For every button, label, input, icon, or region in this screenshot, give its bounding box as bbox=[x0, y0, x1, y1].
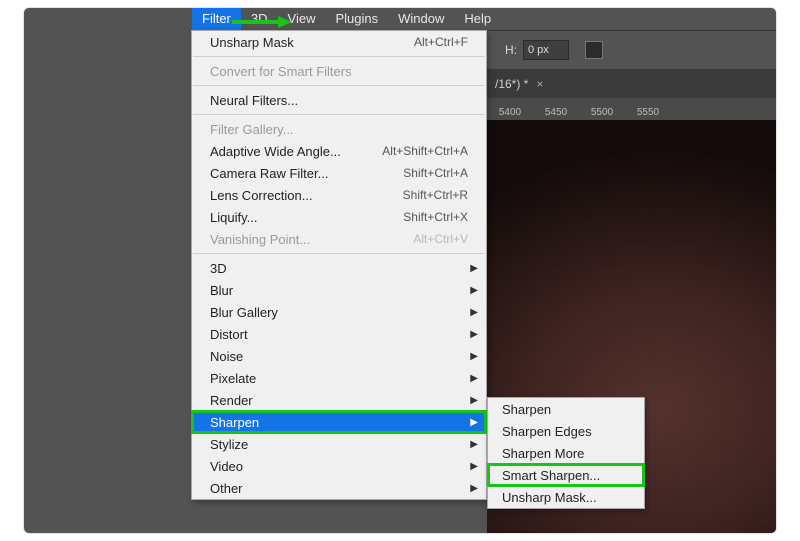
options-bar: H: bbox=[487, 30, 776, 70]
menu-item-label: Adaptive Wide Angle... bbox=[210, 144, 382, 159]
menu-help[interactable]: Help bbox=[454, 8, 501, 30]
ruler-tick: 5400 bbox=[487, 107, 533, 118]
close-icon[interactable]: × bbox=[536, 77, 543, 91]
menu-item-label: Unsharp Mask... bbox=[502, 490, 630, 505]
menu-item-label: Sharpen bbox=[210, 415, 468, 430]
menu-convert-smart: Convert for Smart Filters bbox=[192, 60, 486, 82]
chevron-right-icon: ▶ bbox=[470, 351, 478, 362]
chevron-right-icon: ▶ bbox=[470, 417, 478, 428]
submenu-sharpen[interactable]: Sharpen▶ bbox=[192, 411, 486, 433]
chevron-right-icon: ▶ bbox=[470, 329, 478, 340]
menu-separator bbox=[193, 85, 485, 86]
chevron-right-icon: ▶ bbox=[470, 439, 478, 450]
menu-plugins[interactable]: Plugins bbox=[325, 8, 388, 30]
menu-item-label: Pixelate bbox=[210, 371, 468, 386]
menu-separator bbox=[193, 114, 485, 115]
menu-item-shortcut: Shift+Ctrl+A bbox=[403, 166, 468, 180]
menu-item-label: Video bbox=[210, 459, 468, 474]
menu-item-label: Smart Sharpen... bbox=[502, 468, 630, 483]
menu-window[interactable]: Window bbox=[388, 8, 454, 30]
menu-item-label: Camera Raw Filter... bbox=[210, 166, 403, 181]
chevron-right-icon: ▶ bbox=[470, 307, 478, 318]
sharpen-item-more[interactable]: Sharpen More bbox=[488, 442, 644, 464]
menu-item-label: Filter Gallery... bbox=[210, 122, 468, 137]
menu-item-label: Other bbox=[210, 481, 468, 496]
document-tab[interactable]: /16*) * × bbox=[487, 70, 776, 98]
chevron-right-icon: ▶ bbox=[470, 395, 478, 406]
menu-item-label: Convert for Smart Filters bbox=[210, 64, 468, 79]
menu-vanishing-point: Vanishing Point... Alt+Ctrl+V bbox=[192, 228, 486, 250]
submenu-distort[interactable]: Distort▶ bbox=[192, 323, 486, 345]
menu-item-shortcut: Alt+Ctrl+V bbox=[413, 232, 468, 246]
menu-liquify[interactable]: Liquify... Shift+Ctrl+X bbox=[192, 206, 486, 228]
menu-camera-raw-filter[interactable]: Camera Raw Filter... Shift+Ctrl+A bbox=[192, 162, 486, 184]
submenu-pixelate[interactable]: Pixelate▶ bbox=[192, 367, 486, 389]
submenu-3d[interactable]: 3D▶ bbox=[192, 257, 486, 279]
menu-item-label: Vanishing Point... bbox=[210, 232, 413, 247]
menu-item-label: Sharpen More bbox=[502, 446, 630, 461]
submenu-blur-gallery[interactable]: Blur Gallery▶ bbox=[192, 301, 486, 323]
menu-neural-filters[interactable]: Neural Filters... bbox=[192, 89, 486, 111]
menu-item-shortcut: Alt+Shift+Ctrl+A bbox=[382, 144, 468, 158]
ruler-tick: 5500 bbox=[579, 107, 625, 118]
ruler-tick: 5450 bbox=[533, 107, 579, 118]
submenu-render[interactable]: Render▶ bbox=[192, 389, 486, 411]
menu-separator bbox=[193, 253, 485, 254]
menu-item-label: Liquify... bbox=[210, 210, 403, 225]
option-swatch[interactable] bbox=[585, 41, 603, 59]
filter-dropdown: Unsharp Mask Alt+Ctrl+F Convert for Smar… bbox=[191, 30, 487, 500]
annotation-arrow-icon bbox=[230, 15, 292, 29]
ruler-horizontal: 5400 5450 5500 5550 bbox=[487, 98, 776, 120]
document-tab-title: /16*) * bbox=[495, 77, 528, 91]
submenu-noise[interactable]: Noise▶ bbox=[192, 345, 486, 367]
menu-item-label: Lens Correction... bbox=[210, 188, 403, 203]
option-h-label: H: bbox=[505, 43, 517, 57]
menu-item-label: Unsharp Mask bbox=[210, 35, 414, 50]
menu-item-shortcut: Alt+Ctrl+F bbox=[414, 35, 468, 49]
menu-separator bbox=[193, 56, 485, 57]
chevron-right-icon: ▶ bbox=[470, 285, 478, 296]
submenu-stylize[interactable]: Stylize▶ bbox=[192, 433, 486, 455]
menu-filter-gallery: Filter Gallery... bbox=[192, 118, 486, 140]
menu-adaptive-wide-angle[interactable]: Adaptive Wide Angle... Alt+Shift+Ctrl+A bbox=[192, 140, 486, 162]
menu-last-filter[interactable]: Unsharp Mask Alt+Ctrl+F bbox=[192, 31, 486, 53]
menu-item-label: Distort bbox=[210, 327, 468, 342]
menu-item-label: Noise bbox=[210, 349, 468, 364]
chevron-right-icon: ▶ bbox=[470, 461, 478, 472]
menu-lens-correction[interactable]: Lens Correction... Shift+Ctrl+R bbox=[192, 184, 486, 206]
menu-item-shortcut: Shift+Ctrl+R bbox=[403, 188, 468, 202]
chevron-right-icon: ▶ bbox=[470, 263, 478, 274]
sharpen-submenu: Sharpen Sharpen Edges Sharpen More Smart… bbox=[487, 397, 645, 509]
menu-item-label: Blur Gallery bbox=[210, 305, 468, 320]
menu-item-shortcut: Shift+Ctrl+X bbox=[403, 210, 468, 224]
menu-item-label: Neural Filters... bbox=[210, 93, 468, 108]
menu-item-label: Stylize bbox=[210, 437, 468, 452]
menubar: Filter 3D View Plugins Window Help bbox=[24, 8, 776, 30]
sharpen-item-smart-sharpen[interactable]: Smart Sharpen... bbox=[488, 464, 644, 486]
ruler-tick: 5550 bbox=[625, 107, 671, 118]
sharpen-item-sharpen[interactable]: Sharpen bbox=[488, 398, 644, 420]
chevron-right-icon: ▶ bbox=[470, 483, 478, 494]
chevron-right-icon: ▶ bbox=[470, 373, 478, 384]
sharpen-item-edges[interactable]: Sharpen Edges bbox=[488, 420, 644, 442]
submenu-other[interactable]: Other▶ bbox=[192, 477, 486, 499]
menu-item-label: Sharpen bbox=[502, 402, 630, 417]
option-h-field[interactable] bbox=[523, 40, 569, 60]
menu-item-label: Blur bbox=[210, 283, 468, 298]
sharpen-item-unsharp-mask[interactable]: Unsharp Mask... bbox=[488, 486, 644, 508]
menu-item-label: 3D bbox=[210, 261, 468, 276]
menu-item-label: Sharpen Edges bbox=[502, 424, 630, 439]
app-frame: Filter 3D View Plugins Window Help H: /1… bbox=[23, 7, 777, 534]
submenu-blur[interactable]: Blur▶ bbox=[192, 279, 486, 301]
submenu-video[interactable]: Video▶ bbox=[192, 455, 486, 477]
menu-item-label: Render bbox=[210, 393, 468, 408]
